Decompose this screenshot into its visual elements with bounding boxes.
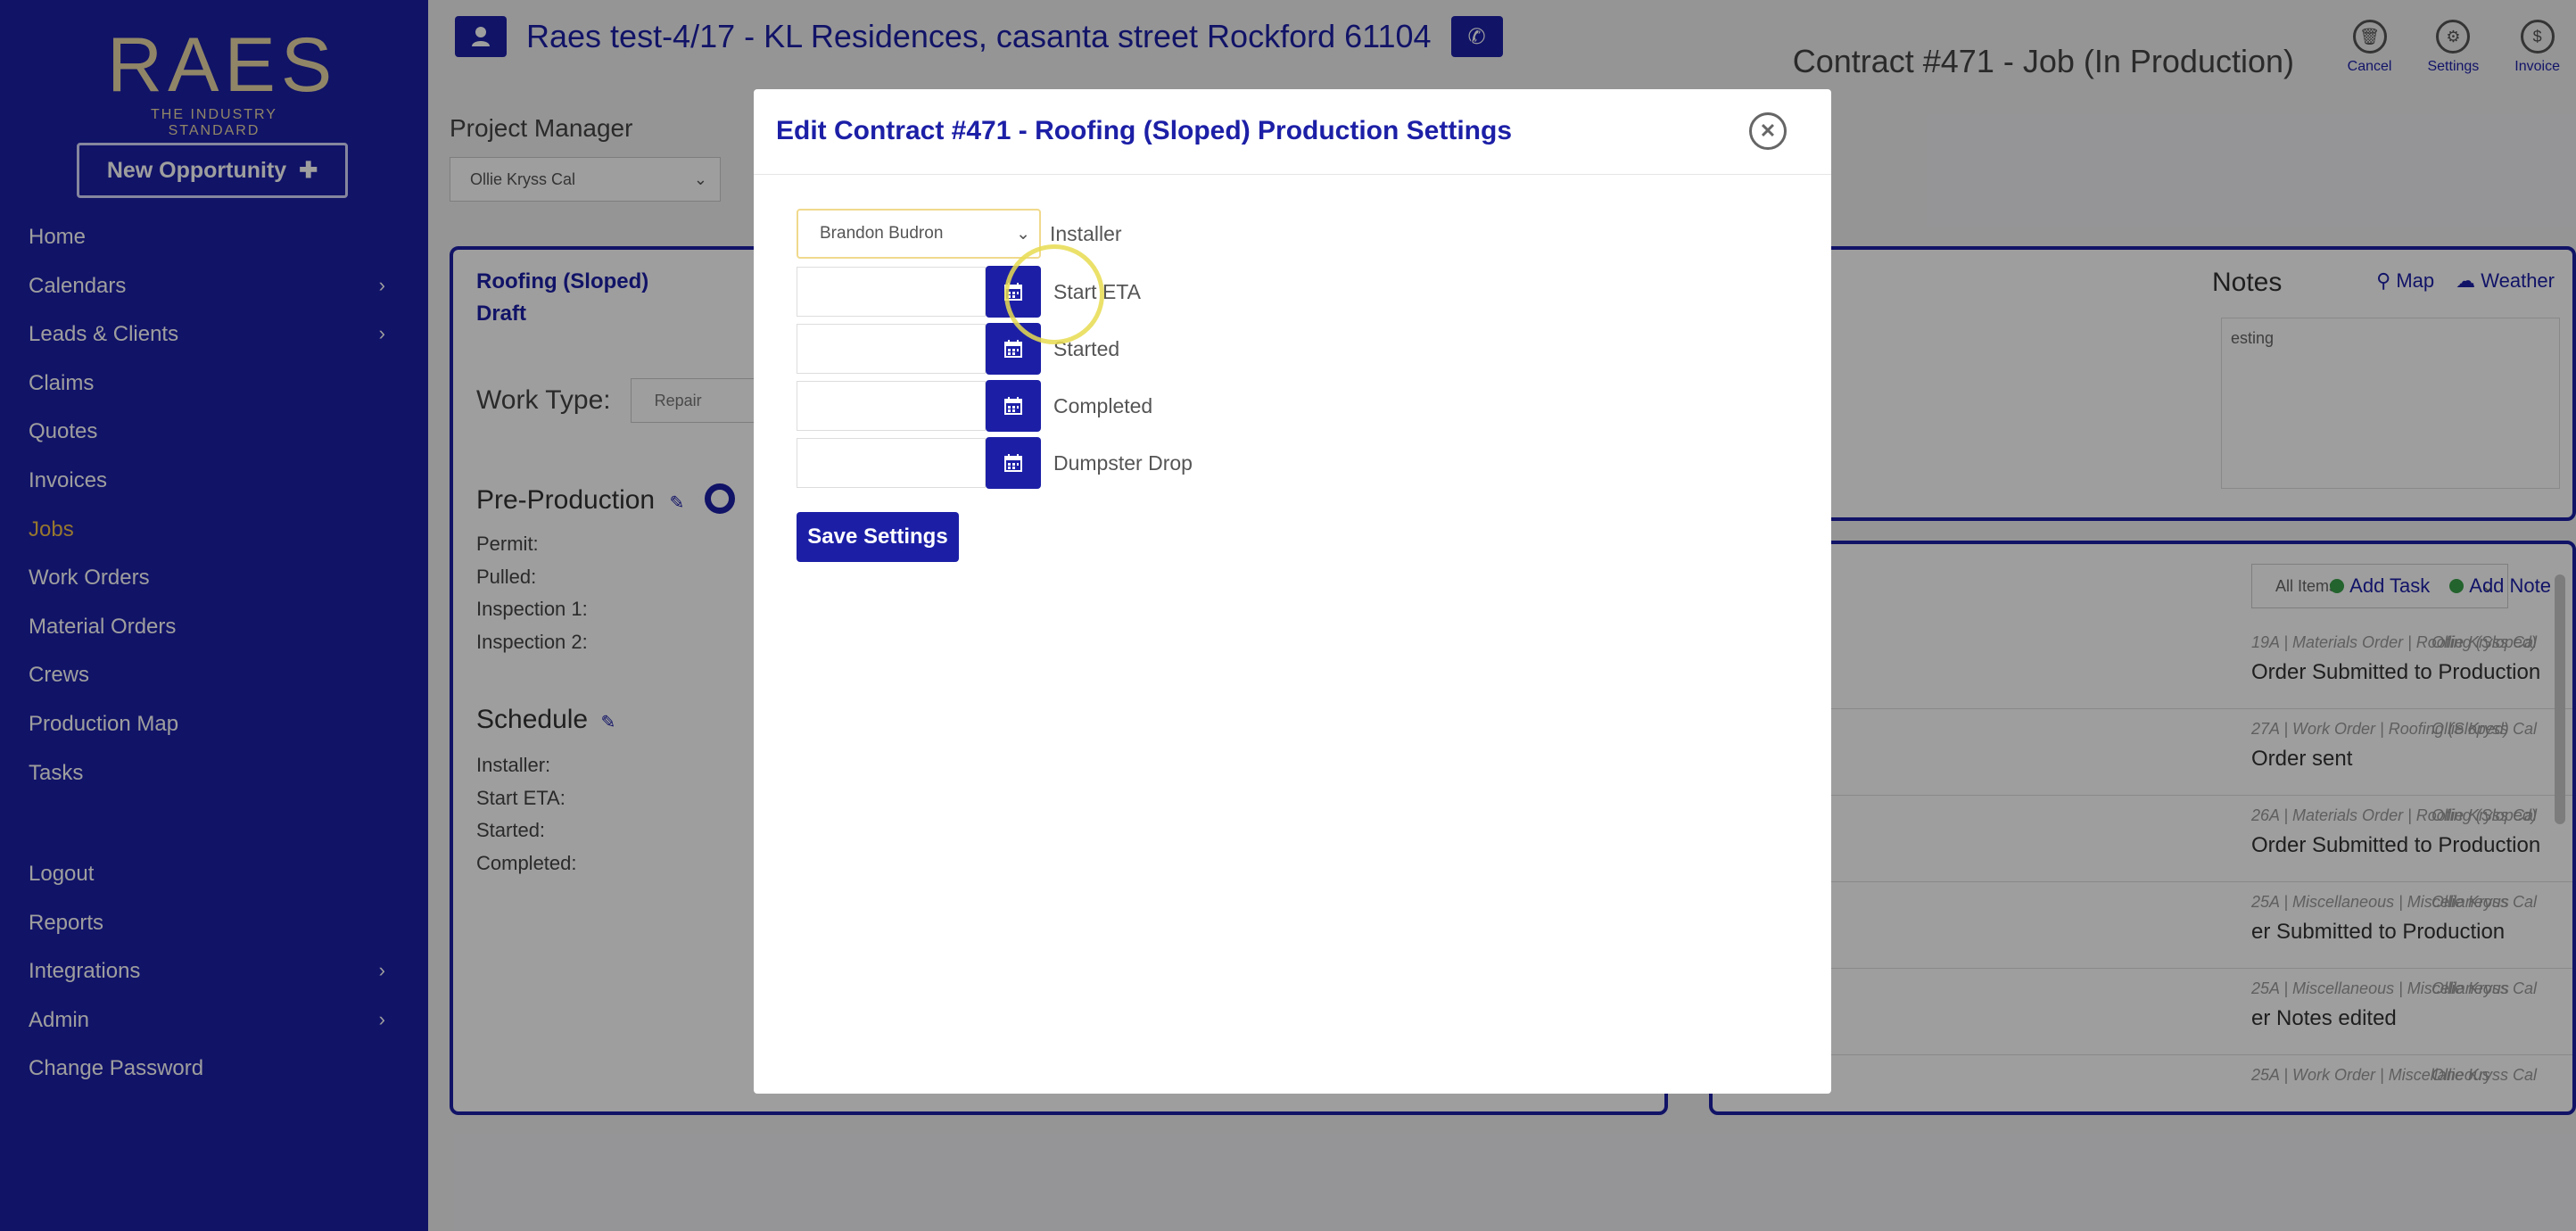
started-input[interactable] (797, 324, 986, 374)
dumpster-drop-label: Dumpster Drop (1053, 450, 1193, 475)
close-button[interactable]: ✕ (1749, 112, 1787, 150)
cursor-highlight (1004, 244, 1104, 344)
modal-title: Edit Contract #471 - Roofing (Sloped) Pr… (776, 116, 1513, 145)
completed-row: Completed (797, 380, 1152, 432)
calendar-icon (1004, 454, 1022, 472)
installer-select[interactable]: Brandon Budron ⌄ (797, 209, 1041, 259)
modal-header: Edit Contract #471 - Roofing (Sloped) Pr… (754, 89, 1831, 175)
start-eta-input[interactable] (797, 267, 986, 317)
installer-value: Brandon Budron (820, 224, 944, 243)
chevron-down-icon: ⌄ (1016, 224, 1030, 244)
save-settings-button[interactable]: Save Settings (797, 512, 959, 562)
calendar-icon (1004, 340, 1022, 358)
completed-calendar-button[interactable] (986, 380, 1041, 432)
installer-label: Installer (1050, 221, 1122, 245)
completed-label: Completed (1053, 393, 1153, 417)
calendar-icon (1004, 397, 1022, 415)
dumpster-drop-input[interactable] (797, 438, 986, 488)
dumpster-drop-row: Dumpster Drop (797, 437, 1193, 489)
dumpster-drop-calendar-button[interactable] (986, 437, 1041, 489)
close-icon: ✕ (1759, 120, 1777, 142)
production-settings-modal: Edit Contract #471 - Roofing (Sloped) Pr… (754, 89, 1831, 1094)
completed-input[interactable] (797, 381, 986, 431)
